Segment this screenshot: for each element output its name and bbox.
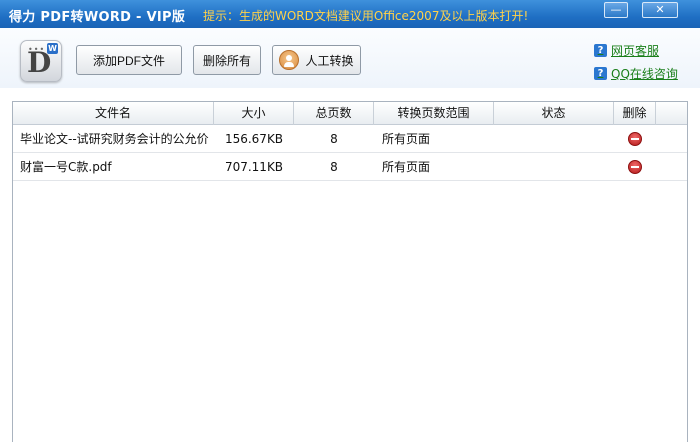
qq-service-label: QQ在线咨询 (611, 67, 678, 81)
delete-icon (628, 132, 642, 146)
web-service-label: 网页客服 (611, 44, 660, 58)
table-row[interactable]: 毕业论文--试研究财务会计的公允价 156.67KB 8 所有页面 (13, 125, 687, 153)
app-logo-icon: ••• D W (20, 40, 62, 82)
page-count: 8 (330, 160, 338, 174)
file-size: 156.67KB (224, 132, 284, 146)
file-name: 毕业论文--试研究财务会计的公允价 (20, 132, 209, 146)
column-header-range[interactable]: 转换页数范围 (374, 102, 494, 125)
web-service-link[interactable]: ? 网页客服 (594, 42, 659, 59)
manual-convert-button[interactable]: 人工转换 (272, 45, 361, 75)
delete-all-button[interactable]: 删除所有 (193, 45, 261, 75)
close-button[interactable]: ✕ (642, 2, 678, 18)
row-delete-button[interactable] (614, 125, 656, 153)
person-icon (279, 50, 300, 70)
app-title: 得力 PDF转WORD - VIP版 (9, 10, 186, 25)
toolbar: ••• D W 添加PDF文件 删除所有 人工转换 ? 网页客服 ? QQ在线咨… (0, 28, 700, 88)
logo-badge: W (47, 43, 58, 54)
column-header-size[interactable]: 大小 (214, 102, 294, 125)
file-size: 707.11KB (224, 160, 284, 174)
title-bar: 得力 PDF转WORD - VIP版 提示：生成的WORD文档建议用Office… (0, 0, 700, 28)
column-header-delete[interactable]: 删除 (614, 102, 656, 125)
minimize-button[interactable]: — (604, 2, 628, 18)
table-header: 文件名 大小 总页数 转换页数范围 状态 删除 (13, 102, 687, 125)
file-table: 文件名 大小 总页数 转换页数范围 状态 删除 毕业论文--试研究财务会计的公允… (12, 101, 688, 442)
file-name: 财富一号C款.pdf (20, 160, 112, 174)
version-tip: 提示：生成的WORD文档建议用Office2007及以上版本打开! (203, 9, 529, 23)
page-count: 8 (330, 132, 338, 146)
help-icon: ? (594, 67, 607, 80)
qq-service-link[interactable]: ? QQ在线咨询 (594, 65, 678, 82)
manual-convert-label: 人工转换 (305, 53, 354, 68)
help-icon: ? (594, 44, 607, 57)
delete-icon (628, 160, 642, 174)
page-range[interactable]: 所有页面 (382, 153, 492, 181)
page-range[interactable]: 所有页面 (382, 125, 492, 153)
row-delete-button[interactable] (614, 153, 656, 181)
column-header-name[interactable]: 文件名 (13, 102, 214, 125)
column-header-pages[interactable]: 总页数 (294, 102, 374, 125)
table-row[interactable]: 财富一号C款.pdf 707.11KB 8 所有页面 (13, 153, 687, 181)
add-pdf-button[interactable]: 添加PDF文件 (76, 45, 182, 75)
column-header-status[interactable]: 状态 (494, 102, 614, 125)
